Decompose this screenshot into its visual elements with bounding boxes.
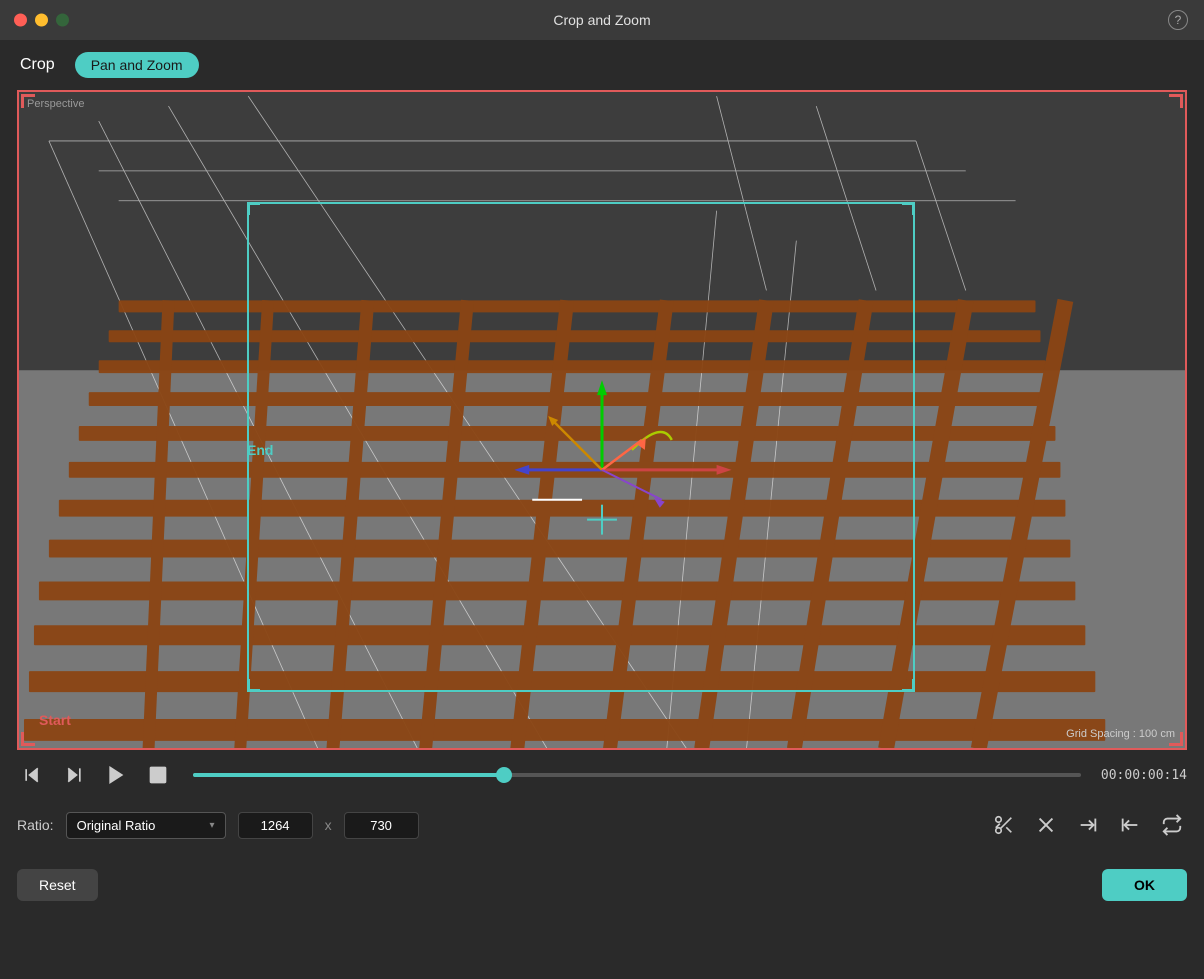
height-input[interactable] xyxy=(344,812,419,839)
maximize-button[interactable] xyxy=(56,14,69,27)
corner-handle-br[interactable] xyxy=(902,679,914,691)
corner-handle-bl[interactable] xyxy=(248,679,260,691)
time-display: 00:00:00:14 xyxy=(1101,768,1187,783)
corner-handle-tl[interactable] xyxy=(248,203,260,215)
viewport: Perspective Grid Spacing : 100 cm Start xyxy=(17,90,1187,750)
ratio-label: Ratio: xyxy=(17,817,54,833)
tab-crop[interactable]: Crop xyxy=(20,52,55,78)
ratio-selected-value: Original Ratio xyxy=(77,818,156,833)
timeline-progress xyxy=(193,773,504,777)
tab-bar: Crop Pan and Zoom xyxy=(0,40,1204,90)
red-corner-bl xyxy=(21,732,35,746)
perspective-label: Perspective xyxy=(27,98,84,110)
swap-icon[interactable] xyxy=(1157,810,1187,840)
start-label: Start xyxy=(39,712,71,728)
grid-spacing-label: Grid Spacing : 100 cm xyxy=(1066,728,1175,740)
playback-bar: 00:00:00:14 xyxy=(0,750,1204,800)
title-bar: Crop and Zoom ? xyxy=(0,0,1204,40)
align-left-icon[interactable] xyxy=(1115,810,1145,840)
end-label: End xyxy=(247,442,273,458)
play-button[interactable] xyxy=(101,760,131,790)
ratio-bar: Ratio: Original Ratio ▾ x xyxy=(0,800,1204,850)
reset-button[interactable]: Reset xyxy=(17,869,98,901)
close-icon[interactable] xyxy=(1031,810,1061,840)
stop-button[interactable] xyxy=(143,760,173,790)
step-forward-button[interactable] xyxy=(59,760,89,790)
ratio-select[interactable]: Original Ratio ▾ xyxy=(66,812,226,839)
scissors-icon[interactable] xyxy=(989,810,1019,840)
cyan-selection-box[interactable] xyxy=(247,202,915,692)
red-corner-tr xyxy=(1169,94,1183,108)
minimize-button[interactable] xyxy=(35,14,48,27)
window-title: Crop and Zoom xyxy=(553,12,650,28)
width-input[interactable] xyxy=(238,812,313,839)
action-bar: Reset OK xyxy=(0,850,1204,920)
window-controls xyxy=(14,14,69,27)
ok-button[interactable]: OK xyxy=(1102,869,1187,901)
help-icon[interactable]: ? xyxy=(1168,10,1188,30)
align-right-icon[interactable] xyxy=(1073,810,1103,840)
corner-handle-tr[interactable] xyxy=(902,203,914,215)
timeline-thumb[interactable] xyxy=(496,767,512,783)
tab-pan-zoom[interactable]: Pan and Zoom xyxy=(75,52,199,78)
ratio-tools xyxy=(989,810,1187,840)
timeline-track[interactable] xyxy=(193,773,1081,777)
dimension-separator: x xyxy=(325,817,332,833)
step-back-button[interactable] xyxy=(17,760,47,790)
close-button[interactable] xyxy=(14,14,27,27)
chevron-down-icon: ▾ xyxy=(210,820,215,831)
